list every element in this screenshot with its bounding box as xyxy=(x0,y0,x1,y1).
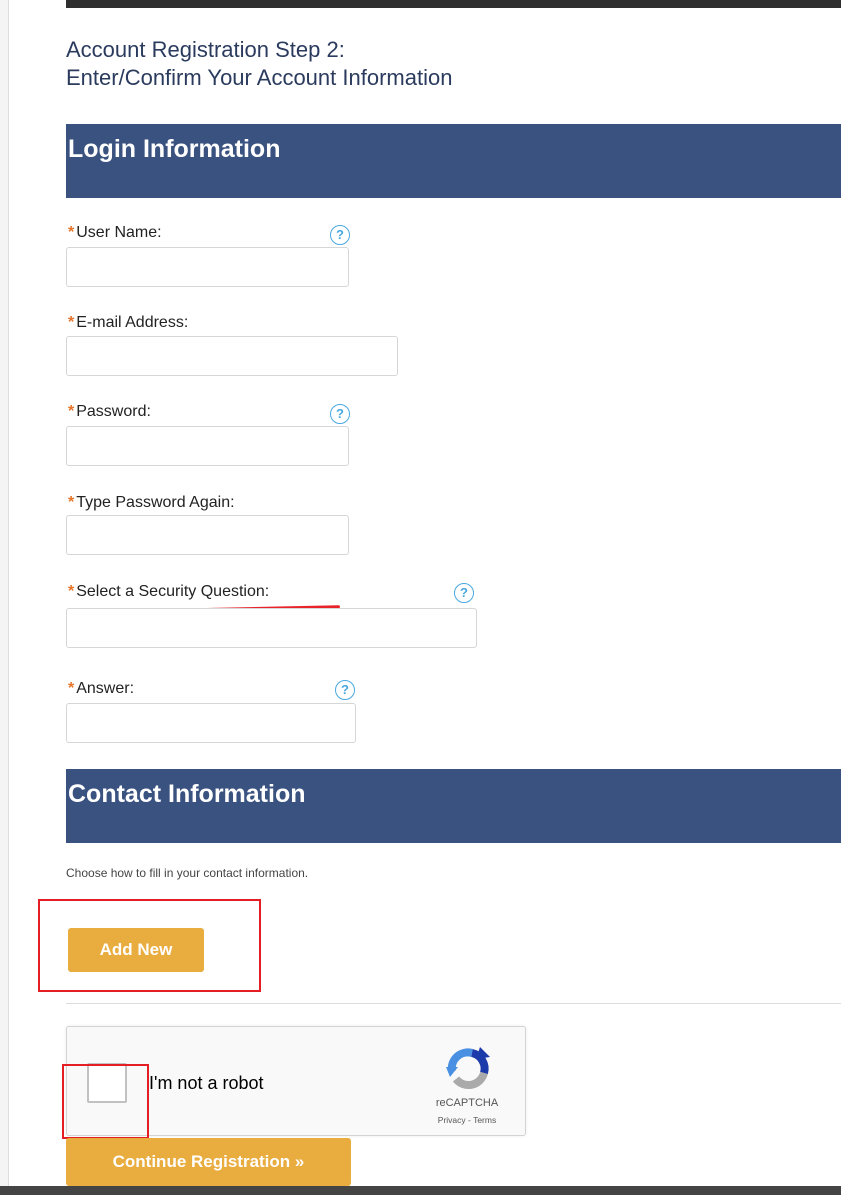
recaptcha-label: I'm not a robot xyxy=(149,1073,264,1093)
password-label-text: Password: xyxy=(76,403,151,420)
page-title-line-2: Enter/Confirm Your Account Information xyxy=(66,65,453,90)
recaptcha-logo-icon xyxy=(446,1047,490,1089)
answer-label-text: Answer: xyxy=(76,680,135,697)
required-marker: * xyxy=(68,403,75,420)
email-label-text: E-mail Address: xyxy=(76,314,189,331)
recaptcha-checkbox-annotation-box xyxy=(62,1064,149,1139)
contact-hint-text: Choose how to fill in your contact infor… xyxy=(66,866,309,880)
top-rule xyxy=(66,0,841,8)
contact-information-header: Contact Information xyxy=(66,769,841,843)
password-again-label: * Type Password Again: xyxy=(68,494,235,512)
required-marker: * xyxy=(68,224,75,241)
password-again-label-text: Type Password Again: xyxy=(76,494,235,511)
page-title-line-1: Account Registration Step 2: xyxy=(66,37,345,62)
password-input[interactable] xyxy=(66,426,349,466)
section-divider xyxy=(66,1003,841,1004)
email-label: * E-mail Address: xyxy=(68,314,188,332)
password-label: * Password: xyxy=(68,403,151,421)
password-again-input[interactable] xyxy=(66,515,349,555)
security-question-label-text: Select a Security Question: xyxy=(76,583,270,600)
recaptcha-terms-link[interactable]: Terms xyxy=(473,1115,496,1125)
password-help-icon[interactable]: ? xyxy=(330,404,350,424)
window-edge xyxy=(0,0,9,1195)
email-input[interactable] xyxy=(66,336,398,376)
page-title: Account Registration Step 2: Enter/Confi… xyxy=(66,36,452,92)
answer-input[interactable] xyxy=(66,703,356,743)
security-question-select[interactable] xyxy=(66,608,477,648)
security-question-help-icon[interactable]: ? xyxy=(454,583,474,603)
required-marker: * xyxy=(68,314,75,331)
security-question-label: * Select a Security Question: xyxy=(68,583,269,601)
required-marker: * xyxy=(68,583,75,600)
username-help-icon[interactable]: ? xyxy=(330,225,350,245)
login-information-header: Login Information xyxy=(66,124,841,198)
username-label: * User Name: xyxy=(68,224,162,242)
answer-label: * Answer: xyxy=(68,680,134,698)
answer-help-icon[interactable]: ? xyxy=(335,680,355,700)
bottom-rule xyxy=(0,1186,841,1195)
recaptcha-links-separator: - xyxy=(465,1115,474,1125)
recaptcha-brand: reCAPTCHA xyxy=(435,1097,499,1109)
recaptcha-links: Privacy - Terms xyxy=(407,1115,527,1125)
username-label-text: User Name: xyxy=(76,224,162,241)
continue-registration-button[interactable]: Continue Registration » xyxy=(66,1138,351,1186)
add-new-button[interactable]: Add New xyxy=(68,928,204,972)
required-marker: * xyxy=(68,494,75,511)
recaptcha-privacy-link[interactable]: Privacy xyxy=(438,1115,466,1125)
username-input[interactable] xyxy=(66,247,349,287)
required-marker: * xyxy=(68,680,75,697)
